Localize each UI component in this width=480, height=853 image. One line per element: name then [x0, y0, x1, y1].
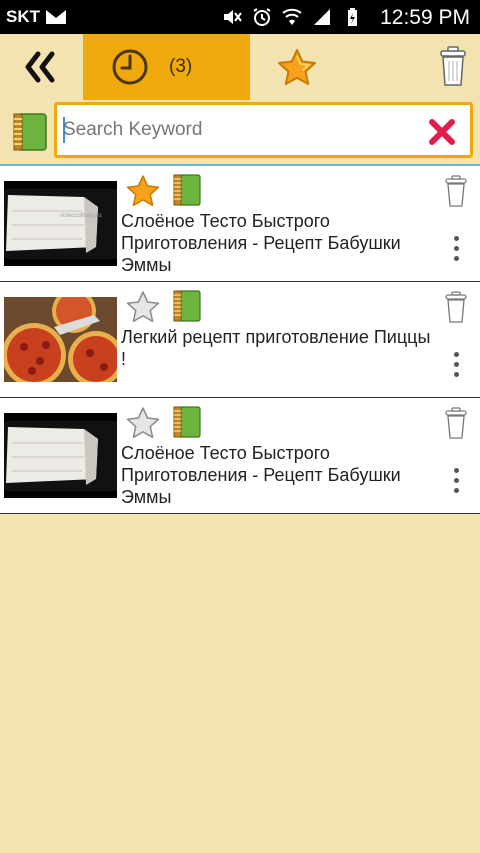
status-bar: SKT 12:59 PM: [0, 0, 480, 34]
list-item[interactable]: Слоёное Тесто Быстрого Приготовления - Р…: [0, 398, 480, 514]
favorite-star-icon[interactable]: [125, 406, 161, 442]
trash-icon[interactable]: [444, 290, 468, 324]
notebook-icon[interactable]: [173, 290, 201, 322]
video-title[interactable]: Легкий рецепт приготовление Пиццы !: [121, 326, 431, 370]
trash-icon[interactable]: [438, 44, 468, 88]
clock-icon: [112, 49, 148, 85]
search-box: [54, 102, 473, 158]
clock-time: 12:59 PM: [380, 6, 470, 29]
favorite-star-icon[interactable]: [125, 174, 161, 210]
search-input[interactable]: [63, 115, 413, 145]
overflow-menu-icon[interactable]: [450, 352, 462, 382]
notebook-icon[interactable]: [12, 112, 48, 152]
signal-icon: [314, 9, 330, 25]
video-thumbnail[interactable]: videoculinary.ru: [4, 181, 117, 266]
overflow-menu-icon[interactable]: [450, 468, 462, 498]
trash-icon[interactable]: [444, 406, 468, 440]
double-chevron-left-icon[interactable]: [18, 46, 64, 88]
mute-icon: [224, 10, 242, 24]
video-thumbnail[interactable]: [4, 413, 117, 498]
wifi-icon: [282, 8, 302, 25]
list-item[interactable]: videoculinary.ru Слоёное Тесто Быстрого …: [0, 166, 480, 282]
thumbnail-watermark: videoculinary.ru: [60, 213, 102, 219]
close-x-icon[interactable]: [427, 117, 457, 147]
carrier-label: SKT: [6, 7, 40, 26]
mail-icon: [46, 10, 66, 24]
alarm-icon: [253, 8, 271, 26]
video-list: videoculinary.ru Слоёное Тесто Быстрого …: [0, 166, 480, 514]
battery-icon: [348, 8, 357, 26]
notebook-icon[interactable]: [173, 174, 201, 206]
overflow-menu-icon[interactable]: [450, 236, 462, 266]
search-row: [0, 100, 480, 164]
favorite-star-icon[interactable]: [125, 290, 161, 326]
toolbar: (3): [0, 34, 480, 100]
notebook-icon[interactable]: [173, 406, 201, 438]
video-thumbnail[interactable]: [4, 297, 117, 382]
video-title[interactable]: Слоёное Тесто Быстрого Приготовления - Р…: [121, 210, 431, 276]
tab-favorites-star-icon[interactable]: [276, 47, 318, 89]
trash-icon[interactable]: [444, 174, 468, 208]
status-icons: [222, 6, 362, 28]
history-count: (3): [169, 56, 193, 77]
tab-history[interactable]: (3): [83, 34, 250, 100]
list-item[interactable]: Легкий рецепт приготовление Пиццы !: [0, 282, 480, 398]
video-title[interactable]: Слоёное Тесто Быстрого Приготовления - Р…: [121, 442, 431, 508]
